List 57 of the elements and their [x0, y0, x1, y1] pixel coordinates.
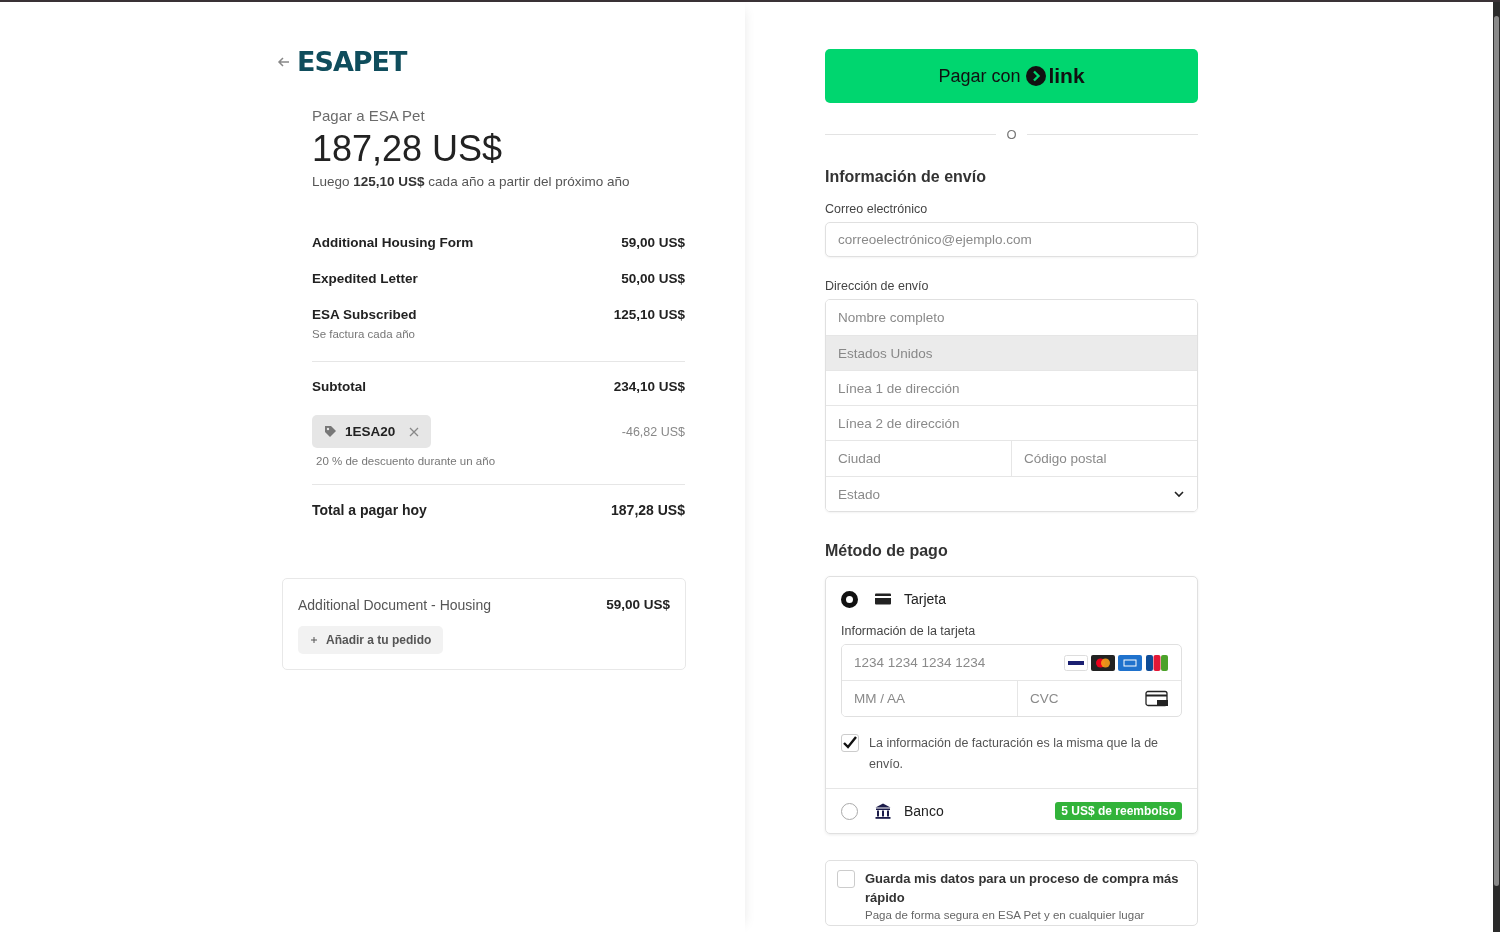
item-price: 50,00 US$ — [621, 271, 685, 286]
add-to-order-button[interactable]: Añadir a tu pedido — [298, 626, 444, 654]
card-details-field[interactable]: 1234 1234 1234 1234 MM / AA CVC — [841, 644, 1182, 717]
plus-icon — [310, 636, 318, 644]
item-name: ESA Subscribed — [312, 307, 417, 322]
item-note: Se factura cada año — [312, 328, 416, 340]
address-field[interactable]: Código postal — [1011, 441, 1197, 476]
chevron-circle-icon — [1026, 66, 1047, 86]
recurring-note: Luego 125,10 US$ cada año a partir del próximo año — [312, 174, 631, 189]
address-field[interactable]: Línea 1 de dirección — [826, 370, 1197, 405]
card-back-icon — [1145, 689, 1169, 708]
subtotal-value: 234,10 US$ — [613, 379, 685, 394]
radio-button[interactable] — [841, 590, 858, 608]
state-dropdown[interactable]: Estado — [826, 476, 1197, 511]
item-price: 125,10 US$ — [613, 307, 685, 324]
logo: ESAPET — [297, 46, 407, 77]
checkbox[interactable] — [841, 734, 859, 752]
chevron-down-icon — [1173, 488, 1185, 500]
remove-icon[interactable] — [409, 426, 420, 437]
total-amount: 187,28 US$ — [312, 128, 504, 170]
item-name: Expedited Letter — [312, 271, 418, 286]
coupon-chip[interactable]: 1ESA20 — [312, 415, 432, 448]
checkbox[interactable] — [837, 870, 855, 888]
divider-label: O — [1006, 127, 1017, 142]
back-arrow-icon[interactable] — [277, 54, 291, 69]
bank-icon — [874, 802, 892, 820]
email-field[interactable]: correoelectrónico@ejemplo.com — [825, 222, 1198, 257]
upsell-name: Additional Document - Housing — [298, 597, 491, 613]
radio-button[interactable] — [841, 802, 858, 820]
scrollbar[interactable] — [1493, 2, 1500, 932]
checkmark-icon — [842, 735, 858, 751]
field-label: Dirección de envío — [825, 279, 930, 293]
address-field[interactable]: Nombre completo — [826, 300, 1197, 335]
discount-value: -46,82 US$ — [621, 424, 685, 439]
upsell-price: 59,00 US$ — [606, 597, 670, 613]
total-value: 187,28 US$ — [611, 502, 685, 518]
merchant-label: Pagar a ESA Pet — [312, 107, 426, 124]
method-label: Banco — [904, 803, 944, 819]
scrollbar-thumb[interactable] — [1494, 16, 1499, 886]
item-price: 59,00 US$ — [621, 235, 685, 250]
item-name: Additional Housing Form — [312, 235, 474, 250]
save-info-title: Guarda mis datos para un proceso de compra más rápido — [865, 870, 1180, 907]
save-info-description: Paga de forma segura en ESA Pet y en cualquier lugar — [865, 909, 1146, 921]
tag-icon — [324, 425, 337, 438]
section-title: Información de envío — [825, 168, 987, 186]
field-label: Correo electrónico — [825, 202, 929, 216]
total-label: Total a pagar hoy — [312, 502, 427, 518]
subtotal-label: Subtotal — [312, 379, 366, 394]
pay-with-link-button[interactable]: Pagar con link — [825, 49, 1198, 103]
method-label: Tarjeta — [904, 591, 947, 607]
address-field[interactable]: Línea 2 de dirección — [826, 405, 1197, 440]
cashback-badge: 5 US$ de reembolso — [1055, 802, 1182, 820]
section-title: Método de pago — [825, 542, 949, 560]
link-wordmark: link — [1048, 64, 1085, 88]
discount-note: 20 % de descuento durante un año — [316, 455, 497, 467]
field-label: Información de la tarjeta — [841, 624, 977, 638]
checkbox-label: La información de facturación es la misma que la de envío. — [869, 735, 1160, 773]
